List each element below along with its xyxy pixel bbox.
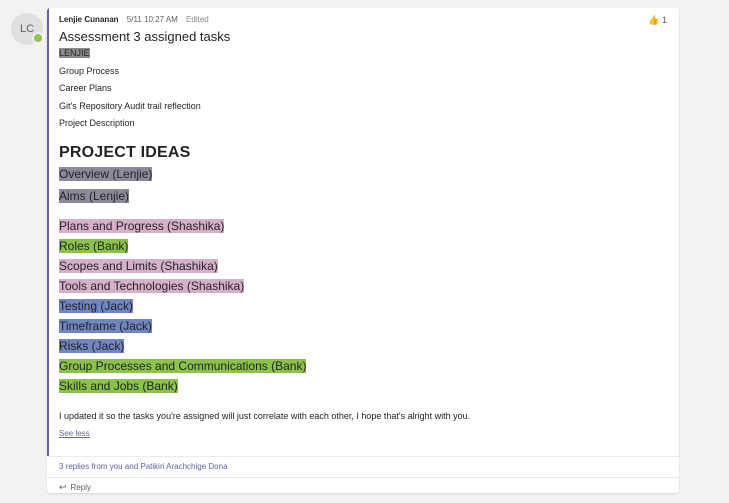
reply-row: ↩ Reply	[47, 477, 679, 493]
teams-channel-view: LC Lenjie Cunanan 5/11 10:27 AM Edited 👍…	[0, 0, 729, 503]
reply-label: Reply	[70, 483, 91, 492]
message-timestamp: 5/11 10:27 AM	[126, 15, 178, 24]
avatar[interactable]: LC	[11, 13, 44, 45]
owner-task: Git's Repository Audit trail reflection	[59, 100, 201, 111]
idea-item: Timeframe (Jack)	[59, 316, 667, 336]
message-note: I updated it so the tasks you're assigne…	[59, 410, 471, 421]
message-card: Lenjie Cunanan 5/11 10:27 AM Edited 👍 1 …	[47, 8, 679, 493]
idea-item: Risks (Jack)	[59, 336, 667, 356]
owner-tag: LENJIE	[59, 48, 90, 58]
edited-label: Edited	[186, 15, 209, 24]
idea-text: Group Processes and Communications (Bank…	[59, 358, 307, 373]
reaction-count: 1	[661, 15, 667, 25]
idea-item: Tools and Technologies (Shashika)	[59, 276, 667, 296]
idea-item: Group Processes and Communications (Bank…	[59, 356, 667, 376]
project-ideas-heading: PROJECT IDEAS	[59, 143, 191, 161]
presence-available-indicator	[32, 32, 44, 44]
idea-item: Testing (Jack)	[59, 296, 667, 316]
idea-text: Testing (Jack)	[59, 298, 134, 313]
idea-text: Skills and Jobs (Bank)	[59, 378, 178, 393]
thumbs-up-icon: 👍	[648, 15, 660, 25]
owner-task: Group Process	[59, 65, 120, 76]
avatar-initials: LC	[19, 23, 35, 35]
message-body: Lenjie Cunanan 5/11 10:27 AM Edited 👍 1 …	[59, 14, 667, 441]
idea-text: Plans and Progress (Shashika)	[59, 218, 225, 233]
like-reaction[interactable]: 👍 1	[648, 14, 667, 26]
idea-text: Overview (Lenjie)	[59, 166, 153, 181]
idea-text: Roles (Bank)	[59, 238, 129, 253]
idea-item: Overview (Lenjie)	[59, 164, 667, 184]
message-subject: Assessment 3 assigned tasks	[59, 29, 231, 44]
idea-text: Timeframe (Jack)	[59, 318, 152, 333]
thread-replies: 3 replies from you and Patikiri Arachchi…	[47, 456, 679, 493]
reply-button[interactable]: ↩ Reply	[59, 481, 91, 493]
idea-text: Risks (Jack)	[59, 338, 125, 353]
idea-item: Plans and Progress (Shashika)	[59, 216, 667, 236]
owner-task: Project Description	[59, 118, 135, 128]
idea-item: Roles (Bank)	[59, 236, 667, 256]
idea-item: Aims (Lenjie)	[59, 186, 667, 206]
owner-task: Career Plans	[59, 83, 112, 93]
see-less-link[interactable]: See less	[59, 428, 90, 440]
owner-tag-line: LENJIE	[59, 45, 667, 63]
idea-text: Tools and Technologies (Shashika)	[59, 278, 245, 293]
idea-text: Scopes and Limits (Shashika)	[59, 258, 218, 273]
message-accent-bar	[47, 8, 49, 456]
idea-text: Aims (Lenjie)	[59, 188, 130, 203]
message-header: Lenjie Cunanan 5/11 10:27 AM Edited 👍 1	[59, 14, 667, 26]
idea-item: Skills and Jobs (Bank)	[59, 376, 667, 396]
reply-arrow-icon: ↩	[59, 482, 67, 492]
idea-item: Scopes and Limits (Shashika)	[59, 256, 667, 276]
author-name[interactable]: Lenjie Cunanan	[59, 15, 119, 24]
replies-summary-link[interactable]: 3 replies from you and Patikiri Arachchi…	[59, 461, 228, 473]
